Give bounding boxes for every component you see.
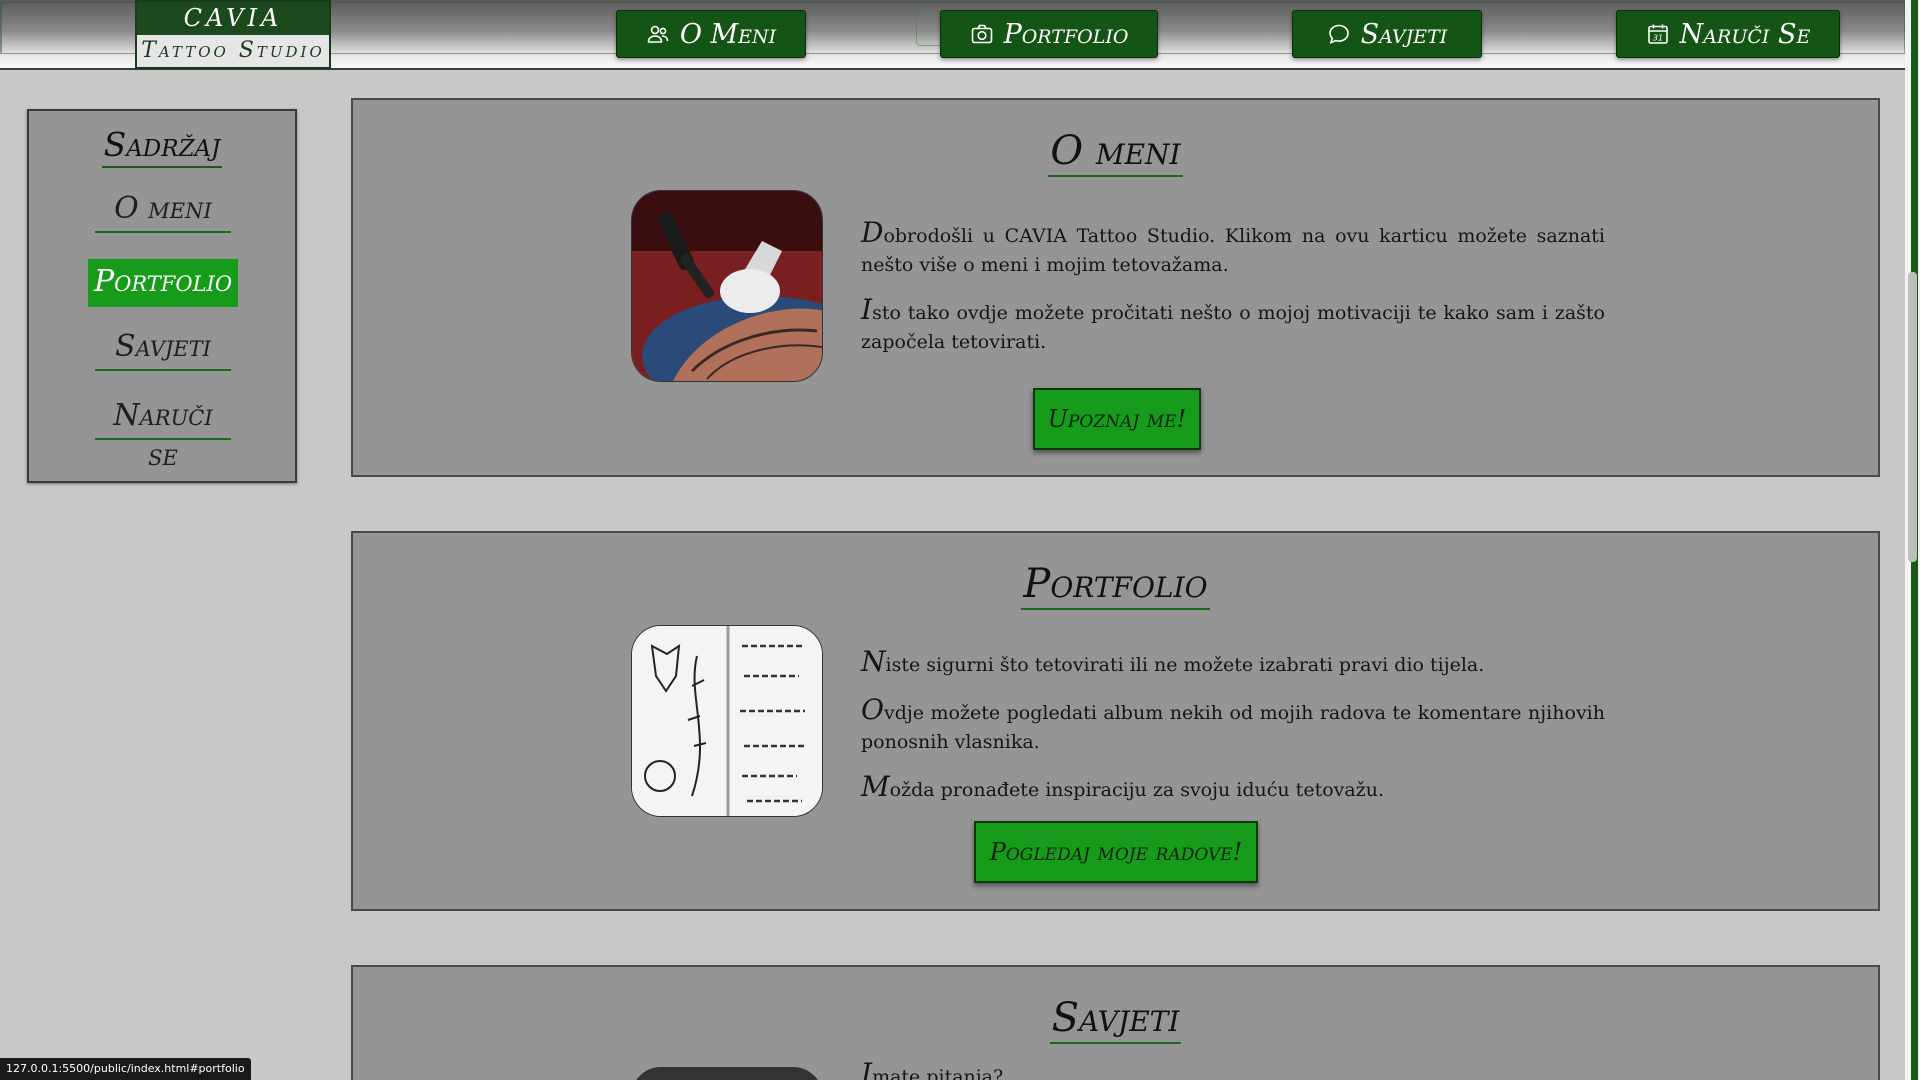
paragraph: Niste sigurni što tetovirati ili ne može… <box>861 645 1485 678</box>
upoznaj-me-button[interactable]: Upoznaj me! <box>1033 388 1201 450</box>
about-text: Dobrodošli u CAVIA Tattoo Studio. Klikom… <box>861 218 1605 372</box>
calendar-icon: 31 <box>1647 24 1668 44</box>
about-card: O meni Dobrodošli u CAVIA Tattoo Studio.… <box>351 98 1880 477</box>
chat-icon <box>1328 24 1349 44</box>
sidebar-item-portfolio[interactable]: Portfolio <box>88 259 238 307</box>
tattoo-sketchbook-image <box>631 625 823 817</box>
scrollbar-thumb[interactable] <box>1908 272 1917 562</box>
tips-text: Imate pitanja? <box>861 1059 1605 1080</box>
portfolio-text: Niste sigurni što tetovirati ili ne može… <box>861 647 1605 820</box>
about-title: O meni <box>353 128 1878 177</box>
people-icon <box>647 25 669 43</box>
nav-label: Savjeti <box>1360 18 1448 50</box>
sidebar-item-savjeti[interactable]: Savjeti <box>95 327 231 371</box>
tips-card: Savjeti Imate pitanja? <box>351 965 1880 1080</box>
camera-icon <box>971 24 992 44</box>
paragraph: Ovdje možete pogledati album nekih od mo… <box>861 693 1605 753</box>
nav-label: O Meni <box>679 18 777 50</box>
sidebar-item-naruci-se[interactable]: Naruči se <box>95 396 231 473</box>
paragraph: Imate pitanja? <box>861 1057 1004 1080</box>
paragraph: Dobrodošli u CAVIA Tattoo Studio. Klikom… <box>861 216 1605 276</box>
brand-name: CAVIA <box>137 2 329 35</box>
portfolio-title: Portfolio <box>353 561 1878 610</box>
tips-title: Savjeti <box>353 995 1878 1044</box>
pogledaj-radove-button[interactable]: Pogledaj moje radove! <box>974 821 1258 883</box>
paragraph: Isto tako ovdje možete pročitati nešto o… <box>861 293 1605 353</box>
svg-text:31: 31 <box>1653 34 1663 43</box>
status-bar-url: 127.0.0.1:5500/public/index.html#portfol… <box>0 1058 251 1080</box>
nav-portfolio-button[interactable]: Portfolio <box>940 10 1158 58</box>
brand-subtitle: Tattoo Studio <box>137 35 329 67</box>
sidebar-item-o-meni[interactable]: O meni <box>95 189 231 233</box>
nav-naruci-se-button[interactable]: 31 Naruči Se <box>1616 10 1840 58</box>
nav-savjeti-button[interactable]: Savjeti <box>1292 10 1482 58</box>
nav-label: Naruči Se <box>1679 18 1811 50</box>
nav-label: Portfolio <box>1003 18 1129 50</box>
tattoo-artist-photo <box>631 190 823 382</box>
top-navbar: CAVIA Tattoo Studio O Meni Portfolio Sav… <box>0 0 1905 70</box>
table-of-contents: Sadržaj O meni Portfolio Savjeti Naruči … <box>27 109 297 483</box>
portfolio-card: Portfolio Niste sigurni što tetovirati i… <box>351 531 1880 911</box>
nav-o-meni-button[interactable]: O Meni <box>616 10 806 58</box>
paragraph: Možda pronađete inspiraciju za svoju idu… <box>861 770 1384 803</box>
brand-logo[interactable]: CAVIA Tattoo Studio <box>135 0 331 69</box>
tips-image <box>631 1067 823 1080</box>
sidebar-title: Sadržaj <box>29 125 295 168</box>
